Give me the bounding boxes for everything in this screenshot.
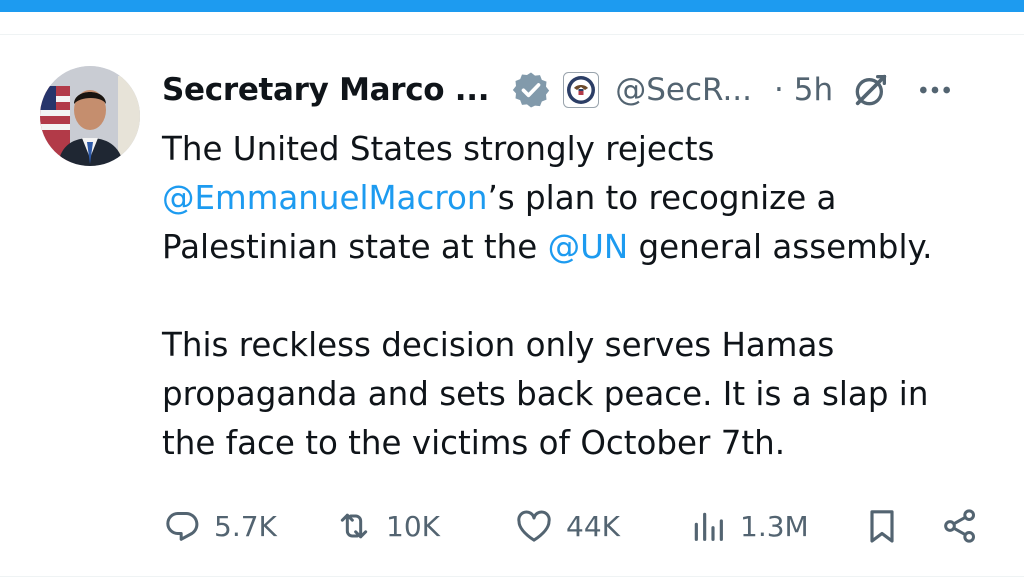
state-department-seal-icon bbox=[563, 72, 600, 108]
tweet-header: Secretary Marco ... @SecR... · 5h bbox=[162, 66, 992, 114]
grok-icon[interactable] bbox=[851, 70, 891, 110]
tweet-timestamp[interactable]: · 5h bbox=[774, 72, 833, 108]
action-bar: 5.7K 10K 44K 1.3M bbox=[162, 502, 992, 550]
more-icon[interactable] bbox=[915, 70, 955, 110]
top-accent-bar bbox=[0, 0, 1024, 12]
divider bbox=[0, 576, 1024, 577]
like-icon bbox=[514, 506, 554, 546]
tweet-line: general assembly. bbox=[628, 228, 933, 266]
bookmark-icon bbox=[862, 506, 902, 546]
verified-badge-icon bbox=[511, 70, 551, 110]
tweet-line: ’s plan to recognize a bbox=[487, 179, 837, 217]
author-name[interactable]: Secretary Marco ... bbox=[162, 72, 490, 108]
reply-icon bbox=[162, 506, 202, 546]
reply-button[interactable]: 5.7K bbox=[162, 502, 277, 550]
mention-link[interactable]: @UN bbox=[548, 228, 629, 266]
repost-icon bbox=[334, 506, 374, 546]
repost-count: 10K bbox=[386, 509, 440, 543]
reply-count: 5.7K bbox=[214, 509, 277, 543]
tweet-line: Palestinian state at the bbox=[162, 228, 548, 266]
views-icon bbox=[688, 506, 728, 546]
share-button[interactable] bbox=[940, 502, 980, 550]
mention-link[interactable]: @EmmanuelMacron bbox=[162, 179, 487, 217]
tweet-line: The United States strongly rejects bbox=[162, 130, 715, 168]
like-count: 44K bbox=[566, 509, 620, 543]
avatar[interactable] bbox=[40, 66, 140, 166]
divider bbox=[0, 34, 1024, 35]
tweet-text: The United States strongly rejects @Emma… bbox=[162, 125, 992, 468]
author-handle[interactable]: @SecR... bbox=[615, 72, 752, 108]
views-button[interactable]: 1.3M bbox=[688, 502, 809, 550]
like-button[interactable]: 44K bbox=[514, 502, 620, 550]
share-icon bbox=[940, 506, 980, 546]
bookmark-button[interactable] bbox=[862, 502, 902, 550]
tweet-paragraph-1: The United States strongly rejects @Emma… bbox=[162, 125, 992, 272]
tweet-paragraph-2: This reckless decision only serves Hamas… bbox=[162, 326, 929, 462]
repost-button[interactable]: 10K bbox=[334, 502, 440, 550]
views-count: 1.3M bbox=[740, 509, 809, 543]
